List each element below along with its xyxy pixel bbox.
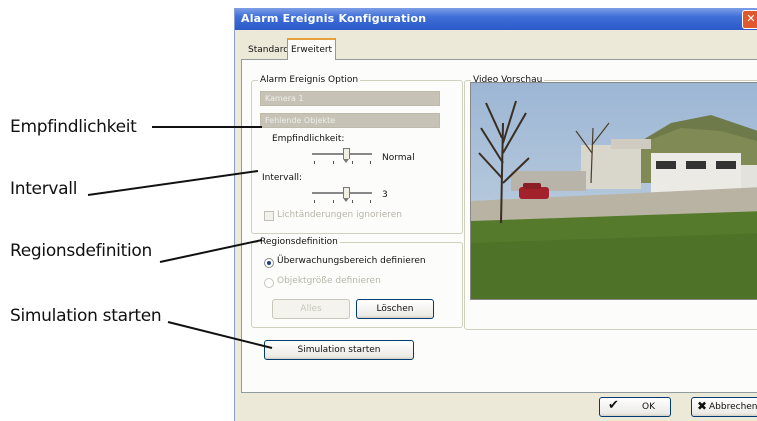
leader-line-interval [87,170,259,196]
callout-lines [87,126,273,349]
leader-line-simulation [167,321,273,349]
leader-line-region [159,239,263,263]
